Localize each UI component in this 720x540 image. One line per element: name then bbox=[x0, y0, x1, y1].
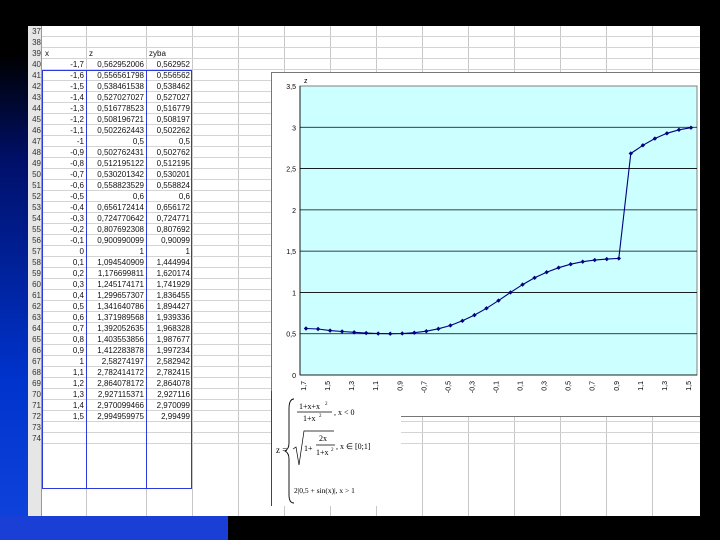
row-number[interactable]: 53 bbox=[28, 202, 42, 213]
x-tick-label: -0,5 bbox=[445, 381, 452, 393]
row-number[interactable]: 39 bbox=[28, 48, 42, 59]
y-tick-label: 1 bbox=[292, 290, 296, 297]
y-tick-label: 3,5 bbox=[286, 84, 296, 91]
x-tick-label: -0,7 bbox=[421, 381, 428, 393]
row-number[interactable]: 52 bbox=[28, 191, 42, 202]
table-row[interactable]: 37 bbox=[28, 26, 700, 37]
row-number[interactable]: 63 bbox=[28, 312, 42, 323]
case1-numerator: 1+x+x bbox=[299, 402, 320, 411]
x-tick-label: -0,3 bbox=[469, 381, 476, 393]
spreadsheet[interactable]: 37 38 39 x z zyba 40 -1,7 0,562952006 0,562952 41-… bbox=[28, 26, 700, 516]
y-tick-label: 2 bbox=[292, 208, 296, 215]
case1-den-exponent: 2 bbox=[319, 414, 322, 419]
selection-range bbox=[42, 70, 192, 489]
row-number[interactable]: 62 bbox=[28, 301, 42, 312]
row-number[interactable]: 42 bbox=[28, 81, 42, 92]
row-number[interactable]: 55 bbox=[28, 224, 42, 235]
y-tick-label: 0 bbox=[292, 373, 296, 380]
row-number[interactable]: 58 bbox=[28, 257, 42, 268]
row-number[interactable]: 54 bbox=[28, 213, 42, 224]
row-number[interactable]: 65 bbox=[28, 334, 42, 345]
case1-condition: , x < 0 bbox=[334, 408, 355, 417]
y-tick-label: 1,5 bbox=[286, 249, 296, 256]
plot-area bbox=[299, 85, 698, 376]
row-number[interactable]: 56 bbox=[28, 235, 42, 246]
row-number[interactable]: 50 bbox=[28, 169, 42, 180]
formula-image: z = 1+x+x 2 1+x 2 , x < 0 1+ 2x 1+x 2 , … bbox=[271, 391, 401, 506]
formula-lhs: z = bbox=[276, 445, 287, 455]
row-number[interactable]: 49 bbox=[28, 158, 42, 169]
case1-num-exponent: 2 bbox=[325, 402, 328, 407]
y-tick-label: 0,5 bbox=[286, 332, 296, 339]
row-number[interactable]: 64 bbox=[28, 323, 42, 334]
chart-svg: 00,511,522,533,5-1,7 -1,5 -1,3 -1,1 -0,9 -0,7… bbox=[286, 78, 698, 393]
row-number[interactable]: 69 bbox=[28, 378, 42, 389]
cell[interactable]: 0,562952006 bbox=[86, 59, 146, 70]
row-number[interactable]: 41 bbox=[28, 70, 42, 81]
x-tick-label: 0,9 bbox=[614, 381, 621, 391]
row-number[interactable]: 70 bbox=[28, 389, 42, 400]
case2-outer: 1+ bbox=[304, 444, 313, 453]
x-tick-label: 0,3 bbox=[542, 381, 549, 391]
row-number[interactable]: 48 bbox=[28, 147, 42, 158]
table-row[interactable]: 39 x z zyba bbox=[28, 48, 700, 59]
row-number[interactable]: 59 bbox=[28, 268, 42, 279]
row-number[interactable]: 68 bbox=[28, 367, 42, 378]
row-number[interactable]: 72 bbox=[28, 411, 42, 422]
row-number[interactable]: 74 bbox=[28, 433, 42, 444]
row-number[interactable]: 45 bbox=[28, 114, 42, 125]
row-number[interactable]: 66 bbox=[28, 345, 42, 356]
x-tick-label: -0,1 bbox=[494, 381, 501, 393]
row-number[interactable]: 40 bbox=[28, 59, 42, 70]
row-number[interactable]: 44 bbox=[28, 103, 42, 114]
y-tick-label: 2,5 bbox=[286, 167, 296, 174]
case2-condition: , x ∈ [0;1] bbox=[336, 442, 371, 451]
case2-numerator: 2x bbox=[319, 434, 327, 443]
row-number[interactable]: 47 bbox=[28, 136, 42, 147]
row-number[interactable]: 71 bbox=[28, 400, 42, 411]
x-tick-label: 1,3 bbox=[662, 381, 669, 391]
row-number[interactable]: 61 bbox=[28, 290, 42, 301]
cell[interactable]: z bbox=[86, 48, 146, 59]
row-number[interactable]: 73 bbox=[28, 422, 42, 433]
selection-divider bbox=[146, 70, 147, 489]
y-tick-label: 3 bbox=[292, 125, 296, 132]
row-number[interactable]: 43 bbox=[28, 92, 42, 103]
cell[interactable]: zyba bbox=[146, 48, 192, 59]
cell[interactable]: -1,7 bbox=[42, 59, 86, 70]
x-tick-label: 1,1 bbox=[638, 381, 645, 391]
x-tick-label: 0,1 bbox=[518, 381, 525, 391]
x-tick-label: 0,5 bbox=[566, 381, 573, 391]
case1-denominator: 1+x bbox=[303, 414, 316, 423]
case2-denominator: 1+x bbox=[316, 448, 329, 457]
cell[interactable]: x bbox=[42, 48, 86, 59]
cell[interactable]: 0,562952 bbox=[146, 59, 192, 70]
chart[interactable]: 0 0,5 1 1,5 2 2,5 3 3,5 -1,7 -1,5 -1,3 -1,1 -0,9 -0,7… bbox=[271, 72, 700, 417]
table-row[interactable]: 38 bbox=[28, 37, 700, 48]
x-tick-label: 1,5 bbox=[686, 381, 693, 391]
case2-den-exponent: 2 bbox=[331, 448, 334, 453]
case3: 2|0,5 + sin(x)|, x > 1 bbox=[294, 486, 355, 495]
y-axis-label: z bbox=[304, 78, 308, 85]
x-tick-label: 0,7 bbox=[590, 381, 597, 391]
selection-divider bbox=[86, 70, 87, 489]
row-number[interactable]: 60 bbox=[28, 279, 42, 290]
row-number[interactable]: 51 bbox=[28, 180, 42, 191]
row-number[interactable]: 46 bbox=[28, 125, 42, 136]
row-number[interactable]: 37 bbox=[28, 26, 42, 37]
row-number[interactable]: 57 bbox=[28, 246, 42, 257]
slide-blue-footer bbox=[0, 516, 228, 540]
row-number[interactable]: 38 bbox=[28, 37, 42, 48]
row-number[interactable]: 67 bbox=[28, 356, 42, 367]
table-row[interactable]: 40 -1,7 0,562952006 0,562952 bbox=[28, 59, 700, 70]
